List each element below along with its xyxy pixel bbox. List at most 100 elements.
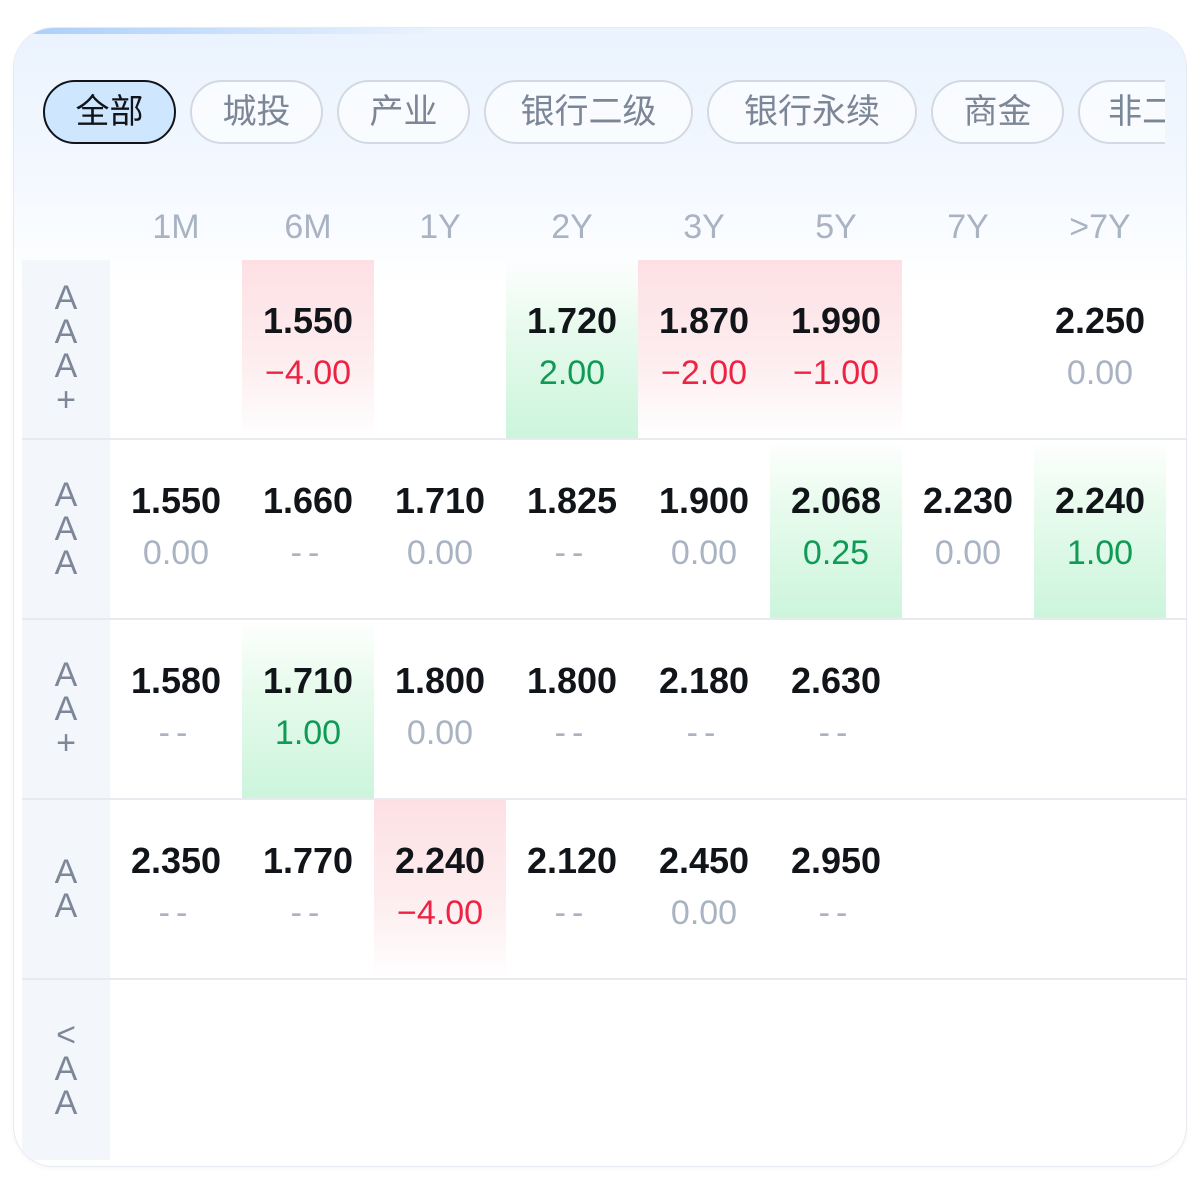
row-label-char: A: [54, 510, 78, 548]
row-label-aa: AA: [22, 800, 110, 978]
yield-cell-aa-3y[interactable]: 2.450 0.00: [638, 800, 770, 978]
column-header-2y: 2Y: [551, 208, 593, 246]
yield-value: 1.550: [130, 480, 222, 521]
yield-value: 1.770: [262, 840, 354, 881]
row-label-char: A: [54, 1084, 78, 1122]
yield-cell-aaa-6m[interactable]: 1.660 --: [242, 440, 374, 618]
row-label-char: A: [54, 853, 78, 891]
yield-change: 0.00: [670, 534, 738, 572]
row-label-aa-plus: A A +: [22, 620, 110, 798]
yield-value: 2.240: [394, 840, 486, 881]
yield-cell-aaa-5y[interactable]: 2.068 0.25: [770, 440, 902, 618]
yield-change: −4.00: [396, 894, 484, 932]
yield-cell-aaa-plus-6m[interactable]: 1.550 −4.00: [242, 260, 374, 438]
yield-value: 2.068: [790, 480, 882, 521]
tab-bank-tier2[interactable]: 银行二级: [484, 80, 693, 144]
yield-cell-aaa-plus-2y[interactable]: 1.720 2.00: [506, 260, 638, 438]
tab-all[interactable]: 全部: [43, 80, 176, 144]
yield-value: 2.630: [790, 660, 882, 701]
yield-change: −1.00: [792, 354, 880, 392]
row-divider: [22, 978, 1186, 980]
yield-value: 1.710: [394, 480, 486, 521]
yield-cell-aaa-2y[interactable]: 1.825 --: [506, 440, 638, 618]
row-label-char: A: [54, 544, 78, 582]
yield-change: --: [818, 714, 854, 752]
yield-value: 1.900: [658, 480, 750, 521]
row-label-char: A: [54, 1050, 78, 1088]
yield-cell-aaa-1y[interactable]: 1.710 0.00: [374, 440, 506, 618]
row-label-char: <: [56, 1016, 76, 1054]
yield-change: --: [554, 894, 590, 932]
yield-change: 0.25: [802, 534, 870, 572]
yield-change: 0.00: [142, 534, 210, 572]
yield-change: 0.00: [934, 534, 1002, 572]
column-header-7y: 7Y: [947, 208, 989, 246]
row-label-char: A: [54, 476, 78, 514]
yield-cell-aa-plus-2y[interactable]: 1.800 --: [506, 620, 638, 798]
tab-non-tier2[interactable]: 非二: [1078, 80, 1165, 144]
yield-cell-aa-5y[interactable]: 2.950 --: [770, 800, 902, 978]
row-label-char: +: [56, 381, 76, 419]
tab-industry[interactable]: 产业: [337, 80, 470, 144]
row-label-aaa: AAA: [22, 440, 110, 618]
yield-value: 2.950: [790, 840, 882, 881]
yield-matrix-card: 全部 城投 产业 银行二级 银行永续 商金 非二 1M 6M 1Y 2Y 3Y 5Y 7Y >…: [14, 28, 1186, 1166]
column-header-5y: 5Y: [815, 208, 857, 246]
yield-value: 2.180: [658, 660, 750, 701]
yield-value: 1.800: [526, 660, 618, 701]
row-label-aaa-plus: A A A +: [22, 260, 110, 438]
yield-cell-aa-plus-1m[interactable]: 1.580 --: [110, 620, 242, 798]
yield-cell-aaa-plus-5y[interactable]: 1.990 −1.00: [770, 260, 902, 438]
category-tabs: 全部 城投 产业 银行二级 银行永续 商金 非二: [43, 78, 1165, 150]
yield-value: 2.240: [1054, 480, 1146, 521]
yield-change: --: [158, 714, 194, 752]
yield-change: --: [686, 714, 722, 752]
yield-value: 1.870: [658, 300, 750, 341]
yield-value: 1.550: [262, 300, 354, 341]
row-label-below-aa: < A A: [22, 980, 110, 1160]
yield-change: −2.00: [660, 354, 748, 392]
row-label-char: A: [54, 347, 78, 385]
column-header-1y: 1Y: [419, 208, 461, 246]
yield-cell-aa-6m[interactable]: 1.770 --: [242, 800, 374, 978]
yield-change: 2.00: [538, 354, 606, 392]
yield-cell-aa-1m[interactable]: 2.350 --: [110, 800, 242, 978]
yield-value: 2.230: [922, 480, 1014, 521]
row-label-char: A: [54, 313, 78, 351]
row-label-char: A: [54, 690, 78, 728]
column-header-1m: 1M: [152, 208, 200, 246]
yield-cell-aaa-1m[interactable]: 1.550 0.00: [110, 440, 242, 618]
yield-change: 1.00: [1066, 534, 1134, 572]
yield-cell-aa-plus-3y[interactable]: 2.180 --: [638, 620, 770, 798]
row-label-char: A: [54, 887, 78, 925]
yield-change: −4.00: [264, 354, 352, 392]
row-label-char: A: [54, 656, 78, 694]
yield-value: 2.350: [130, 840, 222, 881]
yield-cell-aa-1y[interactable]: 2.240 −4.00: [374, 800, 506, 978]
yield-cell-aaa-gt7y[interactable]: 2.240 1.00: [1034, 440, 1166, 618]
yield-change: --: [290, 534, 326, 572]
column-header-6m: 6M: [284, 208, 332, 246]
column-header-gt7y: >7Y: [1069, 208, 1131, 246]
yield-cell-aa-plus-6m[interactable]: 1.710 1.00: [242, 620, 374, 798]
yield-value: 2.120: [526, 840, 618, 881]
tab-chengtou[interactable]: 城投: [190, 80, 323, 144]
yield-change: --: [554, 714, 590, 752]
tab-commercial-finance[interactable]: 商金: [931, 80, 1064, 144]
column-header-3y: 3Y: [683, 208, 725, 246]
yield-cell-aaa-3y[interactable]: 1.900 0.00: [638, 440, 770, 618]
yield-change: 0.00: [1066, 354, 1134, 392]
yield-cell-aaa-plus-3y[interactable]: 1.870 −2.00: [638, 260, 770, 438]
yield-value: 1.720: [526, 300, 618, 341]
yield-cell-aa-plus-1y[interactable]: 1.800 0.00: [374, 620, 506, 798]
tab-bank-perpetual[interactable]: 银行永续: [707, 80, 917, 144]
yield-cell-aa-2y[interactable]: 2.120 --: [506, 800, 638, 978]
yield-change: --: [290, 894, 326, 932]
yield-cell-aaa-plus-gt7y[interactable]: 2.250 0.00: [1034, 260, 1166, 438]
yield-cell-aaa-7y[interactable]: 2.230 0.00: [902, 440, 1034, 618]
yield-change: 0.00: [670, 894, 738, 932]
yield-value: 2.450: [658, 840, 750, 881]
row-label-char: A: [54, 279, 78, 317]
yield-cell-aa-plus-5y[interactable]: 2.630 --: [770, 620, 902, 798]
yield-change: --: [158, 894, 194, 932]
